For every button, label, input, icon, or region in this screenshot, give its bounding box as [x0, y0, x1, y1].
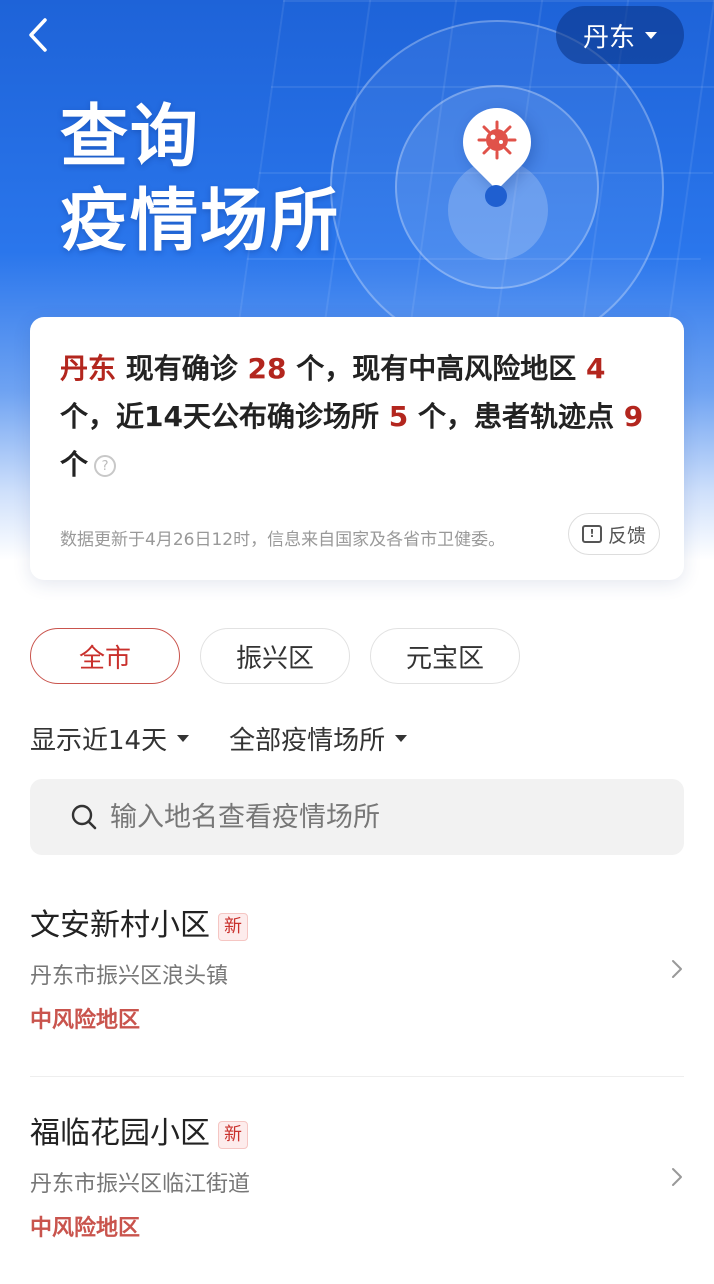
type-filter-label: 全部疫情场所	[229, 726, 386, 756]
caret-down-icon	[395, 735, 408, 742]
place-item[interactable]: 文安新村小区新 丹东市振兴区浪头镇 中风险地区	[30, 906, 684, 1076]
search-icon	[71, 804, 97, 830]
back-button[interactable]	[16, 10, 60, 60]
chevron-right-icon	[672, 1168, 682, 1186]
period-filter-label: 显示近14天	[30, 726, 168, 756]
summary-part4: 个，患者轨迹点	[408, 400, 624, 433]
caret-down-icon	[177, 735, 190, 742]
tab-all-city[interactable]: 全市	[30, 628, 180, 684]
summary-text: 丹东 现有确诊 28 个，现有中高风险地区 4 个，近14天公布确诊场所 5 个…	[60, 345, 660, 489]
place-name: 福临花园小区	[30, 1116, 210, 1151]
page-title-line2: 疫情场所	[60, 182, 341, 261]
place-address: 丹东市振兴区浪头镇	[30, 964, 229, 989]
feedback-button[interactable]: ! 反馈	[568, 513, 660, 555]
type-filter[interactable]: 全部疫情场所	[229, 720, 408, 757]
search-input[interactable]	[108, 800, 652, 834]
summary-part2: 个，现有中高风险地区	[286, 352, 586, 385]
summary-part5: 个	[60, 448, 89, 481]
site-count: 5	[388, 400, 409, 433]
tab-zhenxing[interactable]: 振兴区	[200, 628, 350, 684]
place-item[interactable]: 福临花园小区新 丹东市振兴区临江街道 中风险地区	[30, 1114, 684, 1284]
summary-part1: 现有确诊	[116, 352, 248, 385]
summary-city: 丹东	[60, 352, 117, 385]
chevron-left-icon	[29, 18, 47, 52]
page-title: 查询 疫情场所	[60, 96, 340, 264]
summary-card: 丹东 现有确诊 28 个，现有中高风险地区 4 个，近14天公布确诊场所 5 个…	[30, 317, 684, 580]
district-tabs: 全市 振兴区 元宝区	[30, 628, 520, 684]
track-point-count: 9	[623, 400, 644, 433]
risk-level: 中风险地区	[30, 1216, 141, 1241]
help-icon[interactable]: ?	[94, 455, 117, 477]
place-address: 丹东市振兴区临江街道	[30, 1172, 251, 1197]
place-name-row: 福临花园小区新	[30, 1114, 248, 1154]
city-selector-label: 丹东	[582, 22, 635, 53]
caret-down-icon	[645, 31, 657, 39]
search-bar[interactable]	[30, 779, 684, 855]
new-badge: 新	[218, 1121, 248, 1149]
period-filter[interactable]: 显示近14天	[30, 720, 190, 757]
chevron-right-icon	[672, 960, 682, 978]
feedback-icon: !	[581, 525, 602, 543]
page-title-line1: 查询	[60, 98, 201, 177]
filter-bar: 显示近14天 全部疫情场所	[30, 720, 408, 757]
risk-level: 中风险地区	[30, 1008, 141, 1033]
city-selector[interactable]: 丹东	[556, 6, 684, 64]
update-info: 数据更新于4月26日12时，信息来自国家及各省市卫健委。	[60, 530, 506, 550]
new-badge: 新	[218, 913, 248, 941]
risk-area-count: 4	[585, 352, 606, 385]
tab-yuanbao[interactable]: 元宝区	[370, 628, 520, 684]
pin-dot	[485, 185, 507, 207]
confirmed-count: 28	[247, 352, 287, 385]
virus-icon	[477, 120, 517, 160]
feedback-label: 反馈	[607, 524, 646, 547]
place-name-row: 文安新村小区新	[30, 906, 248, 946]
list-divider	[30, 1076, 684, 1077]
place-name: 文安新村小区	[30, 908, 210, 943]
summary-part3: 个，近14天公布确诊场所	[60, 400, 389, 433]
